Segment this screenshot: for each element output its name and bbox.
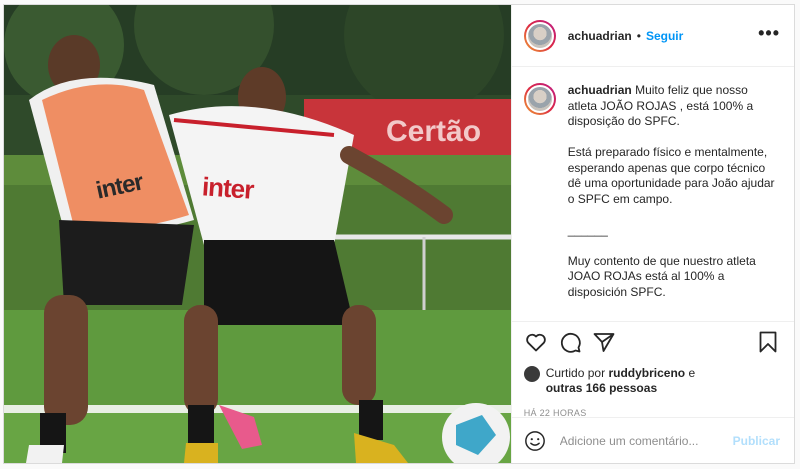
more-options-icon[interactable]: ••• xyxy=(758,24,780,44)
bookmark-icon[interactable] xyxy=(756,330,780,354)
training-photo-illustration xyxy=(4,5,511,463)
action-icons-row xyxy=(524,330,780,354)
likes-summary: Curtido por ruddybriceno e outras 166 pe… xyxy=(523,366,780,396)
post-photo[interactable]: inter inter Certão xyxy=(4,5,511,463)
post-side-panel: achuadrian • Seguir ••• achuadrian Muito… xyxy=(510,5,794,463)
post-actions: Curtido por ruddybriceno e outras 166 pe… xyxy=(511,321,794,418)
banner-text: Certão xyxy=(386,115,482,148)
likes-connector: e xyxy=(688,366,696,380)
liker-avatar[interactable] xyxy=(523,366,540,382)
comments-section: achuadrian Muito feliz que nosso atleta … xyxy=(512,67,794,321)
likes-text: Curtido por ruddybriceno e outras 166 pe… xyxy=(546,366,695,396)
caption-author-avatar[interactable] xyxy=(523,83,556,115)
comment-input[interactable] xyxy=(559,433,733,448)
likes-others-link[interactable]: outras 166 pessoas xyxy=(546,381,657,395)
caption-paragraph: ______ xyxy=(567,222,608,237)
add-comment-bar: Publicar xyxy=(511,417,794,463)
separator-dot: • xyxy=(636,28,641,43)
likes-prefix: Curtido por xyxy=(545,366,606,380)
sponsor-text-right: inter xyxy=(201,171,255,205)
caption-paragraph: Está preparado físico e mentalmente, esp… xyxy=(567,145,775,206)
comment-icon[interactable] xyxy=(558,330,582,354)
author-avatar[interactable] xyxy=(523,19,556,52)
caption-paragraph: achuadrian Muito feliz que nosso atleta … xyxy=(568,83,778,130)
post-caption: achuadrian Muito feliz que nosso atleta … xyxy=(568,83,778,321)
follow-button[interactable]: Seguir xyxy=(646,29,683,43)
emoji-icon[interactable] xyxy=(524,430,546,452)
author-username[interactable]: achuadrian xyxy=(568,29,632,43)
post-header: achuadrian • Seguir ••• xyxy=(511,5,794,67)
publish-button[interactable]: Publicar xyxy=(733,434,780,448)
caption-username[interactable]: achuadrian xyxy=(568,83,632,97)
instagram-post: inter inter Certão achuadrian • Seguir •… xyxy=(3,4,795,464)
liker-username[interactable]: ruddybriceno xyxy=(608,366,685,380)
heart-icon[interactable] xyxy=(524,330,548,354)
share-icon[interactable] xyxy=(592,330,616,354)
caption-paragraph: Muy contento de que nuestro atleta JOAO … xyxy=(567,253,756,299)
post-timestamp[interactable]: HÁ 22 HORAS xyxy=(524,408,780,418)
